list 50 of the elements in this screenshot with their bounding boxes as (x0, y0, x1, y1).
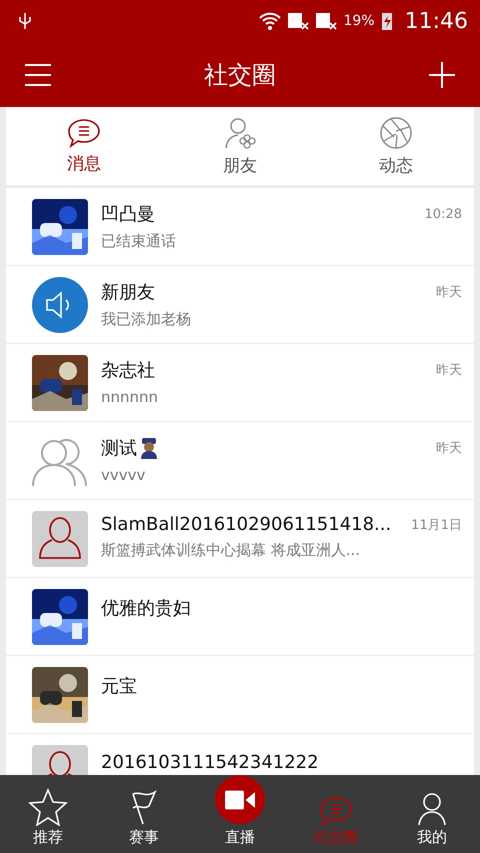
sim-icon (315, 11, 338, 31)
battery-percent: 19% (343, 13, 375, 29)
aperture-icon (379, 116, 413, 150)
person-icon (417, 792, 447, 826)
conversation-row[interactable]: 凹凸曼 10:28 已结束通话 (6, 188, 474, 265)
conversation-row[interactable]: 2016103111542341222 (6, 734, 474, 775)
chat-icon (319, 796, 353, 826)
star-icon (28, 788, 68, 826)
chat-icon (67, 118, 101, 148)
message-time: 11月1日 (411, 516, 462, 534)
contact-name: 测试 (101, 437, 137, 460)
contact-name: 杂志社 (101, 359, 155, 382)
contact-name: SlamBall20161029061151418... (101, 514, 392, 535)
message-preview: 斯篮搏武体训练中心揭幕 将成亚洲人... (101, 541, 362, 560)
wifi-icon (259, 11, 282, 31)
nav-tab[interactable]: 推荐 (0, 775, 96, 853)
conversation-row[interactable]: 测试 昨天 vvvvv (6, 422, 474, 499)
message-time: 昨天 (436, 284, 462, 301)
contact-name: 优雅的贵妇 (101, 597, 191, 620)
contact-name: 凹凸曼 (101, 203, 155, 226)
message-time: 10:28 (424, 206, 462, 222)
person-icon (38, 516, 82, 562)
tab[interactable]: 朋友 (162, 107, 318, 185)
clock: 11:46 (404, 8, 468, 34)
flag-icon (129, 790, 159, 826)
message-preview: vvvvv (101, 466, 146, 484)
sim-icon (287, 11, 310, 31)
video-camera-icon (215, 775, 265, 824)
tab[interactable]: 消息 (6, 107, 162, 185)
contact-name: 新朋友 (101, 281, 155, 304)
usb-icon (18, 12, 32, 30)
conversation-row[interactable]: 优雅的贵妇 (6, 578, 474, 655)
contact-name: 2016103111542341222 (101, 752, 319, 773)
nav-tab[interactable]: 直播 (192, 775, 288, 853)
message-preview: 我已添加老杨 (101, 310, 192, 329)
nav-tab[interactable]: 赛事 (96, 775, 192, 853)
friends-icon (223, 116, 257, 150)
tab[interactable]: 动态 (318, 107, 474, 185)
screen-title: 社交圈 (204, 60, 276, 90)
nav-tab[interactable]: 我的 (384, 775, 480, 853)
conversation-row[interactable]: 元宝 (6, 656, 474, 733)
message-time: 昨天 (436, 440, 462, 457)
message-preview: nnnnnn (101, 388, 160, 406)
message-time: 昨天 (436, 362, 462, 379)
contact-name: 元宝 (101, 675, 137, 698)
conversation-row[interactable]: SlamBall20161029061151418... 11月1日 斯篮搏武体训练中心揭幕 将成亚洲人... (6, 500, 474, 577)
conversation-row[interactable]: 杂志社 昨天 nnnnnn (6, 344, 474, 421)
battery-icon (380, 11, 393, 31)
conversation-row[interactable]: 新朋友 昨天 我已添加老杨 (6, 266, 474, 343)
message-preview: 已结束通话 (101, 232, 177, 251)
